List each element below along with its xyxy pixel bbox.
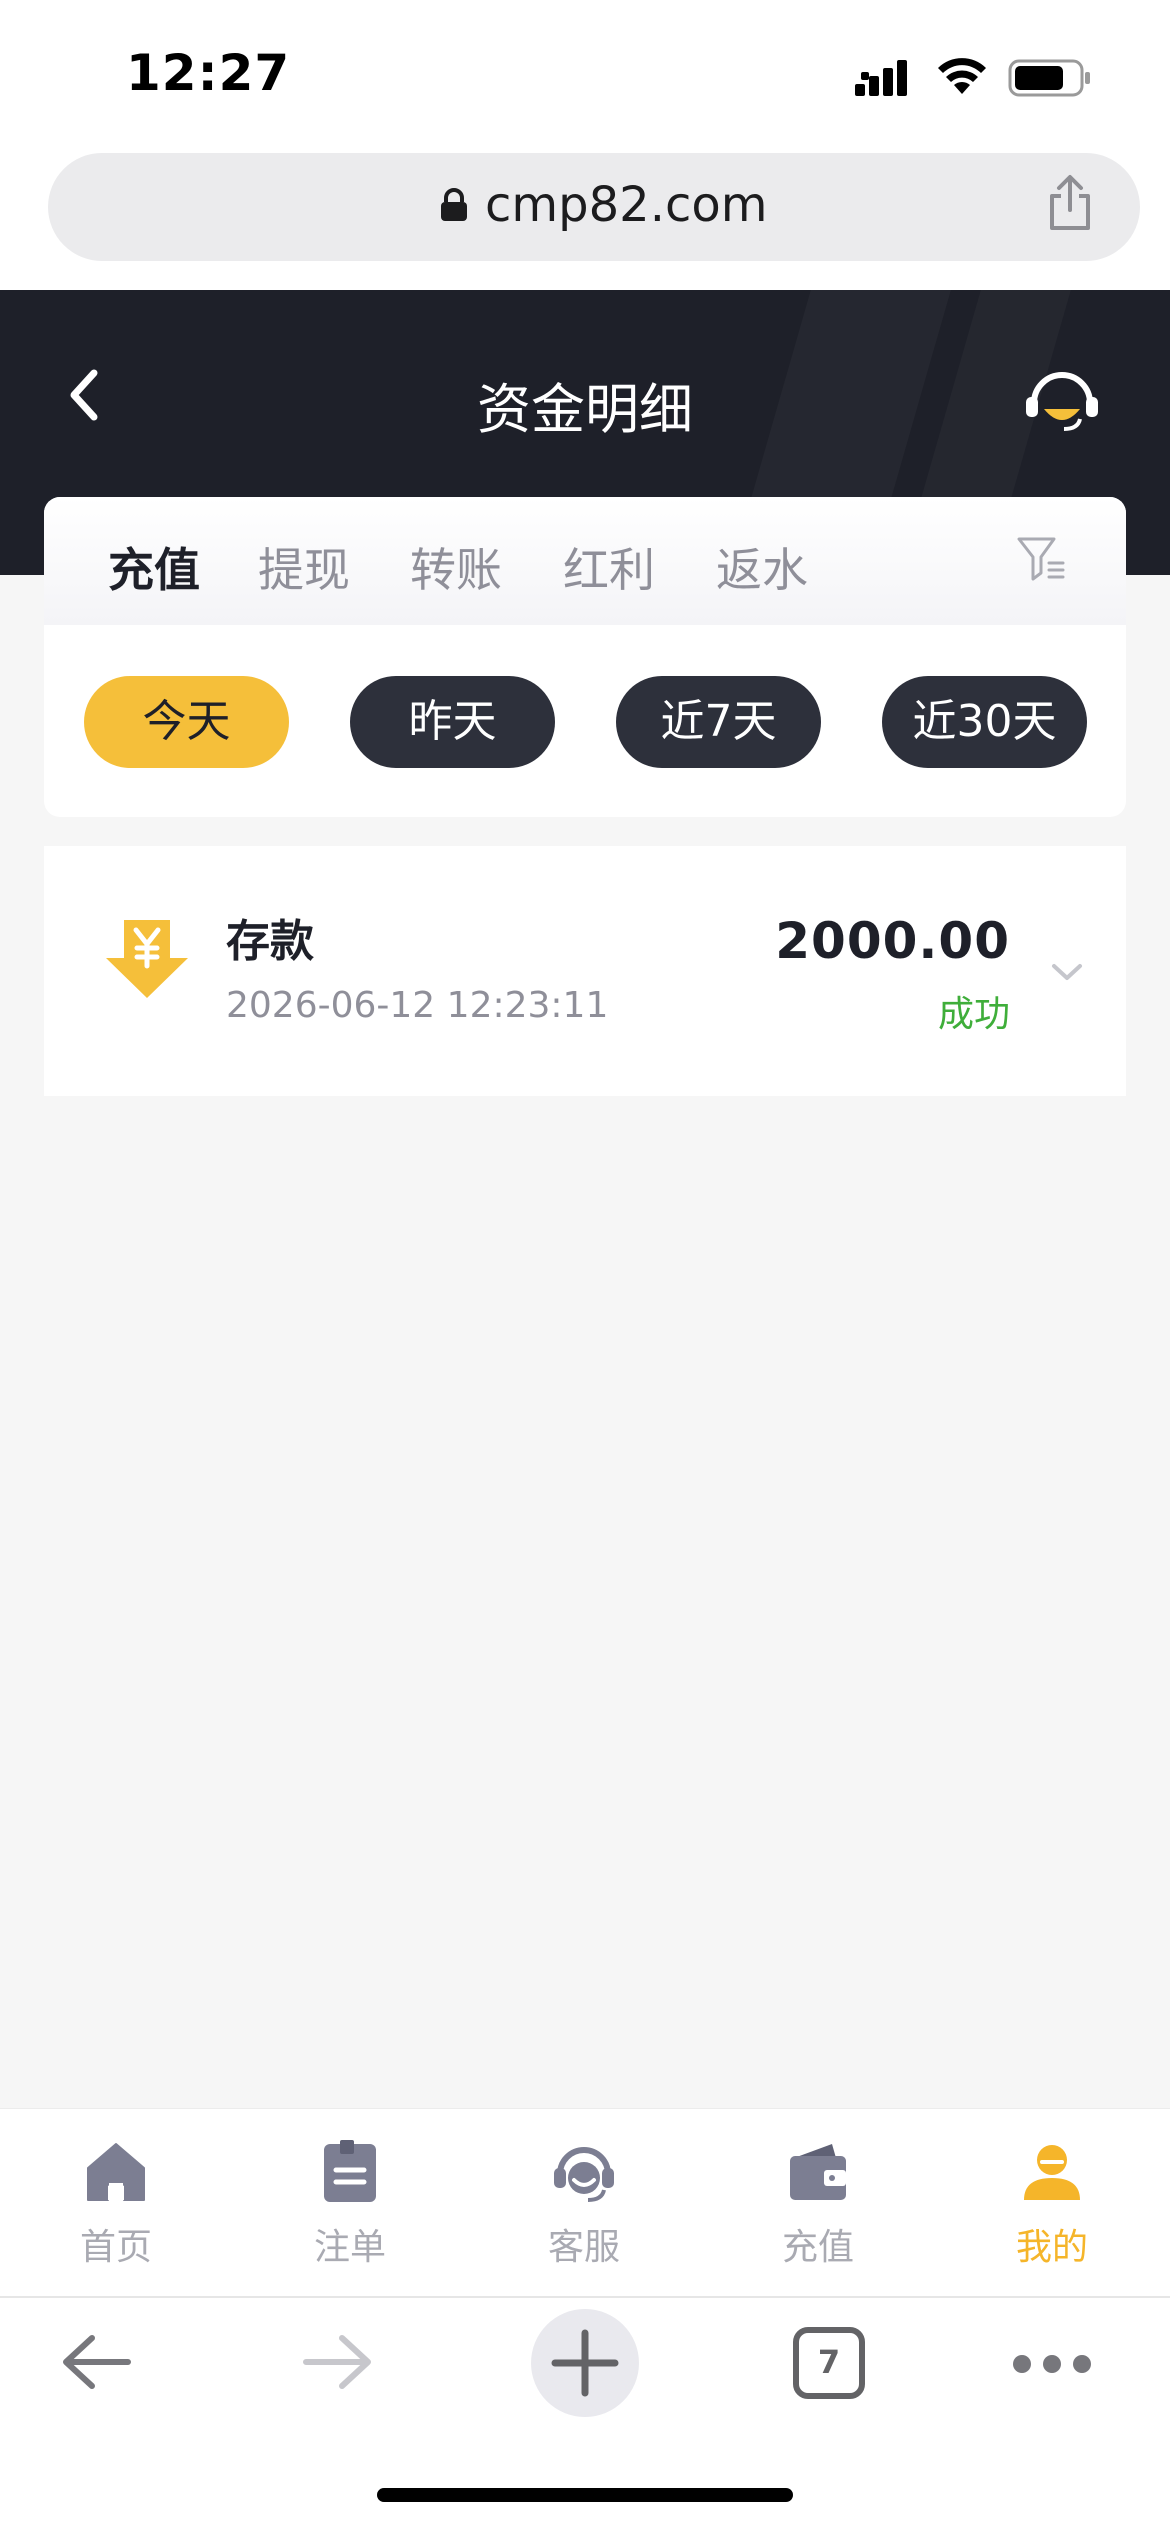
- url-text[interactable]: cmp82.com: [485, 177, 767, 233]
- status-bar: 12:27: [0, 0, 1170, 150]
- customer-service-icon: [554, 2147, 614, 2202]
- nav-bets[interactable]: 注单: [275, 2140, 425, 2270]
- nav-support-label: 客服: [547, 2227, 620, 2268]
- transaction-row[interactable]: [44, 846, 1126, 1096]
- nav-home[interactable]: 首页: [41, 2140, 191, 2270]
- share-icon[interactable]: [1046, 174, 1094, 232]
- cellular-signal-icon: [855, 60, 907, 96]
- profile-icon: [1024, 2145, 1080, 2200]
- tab-rebate[interactable]: 返水: [716, 534, 808, 600]
- date-filter-yesterday[interactable]: 昨天: [350, 676, 555, 768]
- bet-slip-icon: [324, 2140, 376, 2202]
- page-title: 资金明细: [477, 378, 693, 441]
- home-indicator: [377, 2488, 793, 2502]
- transaction-title: 存款: [226, 916, 314, 967]
- tab-deposit[interactable]: 充值: [108, 534, 200, 600]
- more-icon[interactable]: [1010, 2352, 1094, 2376]
- new-tab-icon[interactable]: [530, 2308, 640, 2418]
- lock-icon: [441, 188, 467, 221]
- date-filter-7days[interactable]: 近7天: [616, 676, 821, 768]
- nav-deposit-label: 充值: [781, 2227, 854, 2268]
- date-filter-today[interactable]: 今天: [84, 676, 289, 768]
- home-icon: [87, 2143, 145, 2201]
- transaction-time: 2026-06-12 12:23:11: [226, 985, 609, 1026]
- nav-deposit[interactable]: 充值: [743, 2140, 893, 2270]
- wallet-icon: [790, 2144, 846, 2200]
- wifi-icon: [938, 58, 986, 94]
- transaction-amount: 2000.00: [775, 912, 1010, 970]
- tab-transfer[interactable]: 转账: [410, 534, 502, 600]
- tab-count: 7: [817, 2343, 841, 2381]
- nav-home-label: 首页: [79, 2227, 152, 2268]
- filter-icon[interactable]: [1016, 533, 1066, 583]
- chevron-down-icon[interactable]: [1050, 960, 1084, 984]
- browser-back-icon[interactable]: [58, 2330, 134, 2394]
- nav-profile-label: 我的: [1015, 2227, 1088, 2268]
- tab-withdraw[interactable]: 提现: [258, 534, 350, 600]
- nav-profile[interactable]: 我的: [977, 2140, 1127, 2270]
- transaction-status: 成功: [937, 994, 1010, 1035]
- status-time: 12:27: [126, 44, 291, 102]
- nav-support[interactable]: 客服: [509, 2140, 659, 2270]
- nav-bets-label: 注单: [313, 2227, 386, 2268]
- yuan-down-arrow-icon: [106, 920, 188, 998]
- browser-forward-icon[interactable]: [300, 2330, 376, 2394]
- customer-service-icon[interactable]: [1024, 363, 1100, 435]
- battery-icon: [1008, 59, 1090, 97]
- date-filter-30days[interactable]: 近30天: [882, 676, 1087, 768]
- tab-bonus[interactable]: 红利: [563, 534, 655, 600]
